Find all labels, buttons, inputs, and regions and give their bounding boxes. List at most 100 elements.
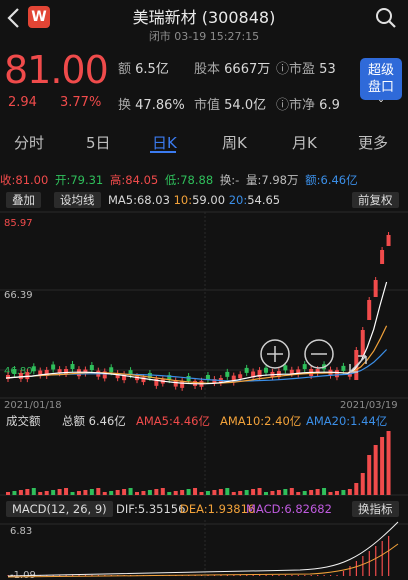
volume-bar bbox=[109, 491, 114, 495]
price-chart[interactable]: 85.97 66.39 46.80 bbox=[0, 210, 408, 400]
candle bbox=[25, 372, 30, 380]
candle bbox=[380, 250, 385, 264]
stat-pb[interactable]: ⓘ市净 6.9 bbox=[276, 94, 340, 113]
volume-bar bbox=[186, 489, 191, 495]
overlay-button[interactable]: 叠加 bbox=[6, 192, 41, 208]
switch-indicator-button[interactable]: 换指标 bbox=[352, 501, 399, 517]
volume-bar bbox=[167, 492, 172, 495]
date-end: 2021/03/19 bbox=[340, 400, 398, 411]
active-tab-indicator bbox=[150, 151, 176, 153]
volume-bar bbox=[309, 490, 314, 495]
ama20-value: AMA20:1.44亿 bbox=[306, 414, 388, 428]
volume-bar bbox=[212, 490, 217, 495]
volume-bar bbox=[6, 492, 10, 495]
macd-top-label: 6.83 bbox=[10, 526, 32, 537]
candle bbox=[12, 369, 17, 375]
volume-bar bbox=[302, 491, 307, 495]
date-start: 2021/01/18 bbox=[4, 400, 62, 411]
volume-bar bbox=[276, 490, 281, 495]
super-orderbook-button[interactable]: 超级 盘口 ⌄ bbox=[360, 58, 402, 105]
volume-value: 量:7.98万 bbox=[246, 173, 299, 187]
candle bbox=[334, 370, 339, 378]
volume-bar bbox=[289, 488, 294, 495]
volume-bar bbox=[199, 492, 204, 495]
dif-line bbox=[7, 521, 399, 577]
volume-bar bbox=[12, 491, 17, 495]
macd-bar bbox=[381, 541, 383, 576]
macd-bar bbox=[388, 536, 390, 576]
volume-bar bbox=[367, 455, 372, 495]
macd-bar bbox=[278, 575, 280, 576]
volume-chart[interactable] bbox=[0, 430, 408, 496]
volume-bar bbox=[135, 492, 139, 495]
y-mid-label: 66.39 bbox=[4, 290, 33, 301]
macd-bar bbox=[342, 571, 345, 576]
macd-bar bbox=[304, 575, 306, 576]
volume-bar bbox=[322, 488, 327, 495]
volume-bar bbox=[64, 488, 69, 495]
volume-bar bbox=[386, 431, 391, 495]
open-value: 开:79.31 bbox=[54, 173, 104, 187]
volume-bar bbox=[173, 491, 178, 495]
volume-bars bbox=[6, 431, 391, 495]
macd-bar bbox=[355, 561, 357, 576]
volume-bar bbox=[51, 490, 56, 495]
zoom-in-icon[interactable] bbox=[260, 339, 290, 369]
candle bbox=[31, 366, 36, 372]
candle bbox=[238, 374, 243, 379]
stat-turnover-amount: 额 6.5亿 bbox=[118, 62, 169, 77]
tab-more[interactable]: 更多 bbox=[358, 132, 388, 153]
macd-bar bbox=[323, 575, 325, 576]
macd-bar bbox=[297, 575, 299, 576]
volume-bar bbox=[18, 490, 23, 495]
tab-monthly-k[interactable]: 月K bbox=[292, 132, 317, 153]
top-bar: W 美瑞新材 (300848) 闭市 03-19 15:27:15 bbox=[0, 0, 408, 48]
candle bbox=[173, 380, 178, 387]
zoom-out-icon[interactable] bbox=[304, 339, 334, 369]
volume-bar bbox=[373, 445, 378, 495]
macd-bar bbox=[259, 575, 261, 576]
adjust-button[interactable]: 前复权 bbox=[352, 192, 399, 208]
stat-pe[interactable]: ⓘ市盈 53 bbox=[276, 58, 336, 77]
volume-bar bbox=[218, 489, 223, 495]
candle bbox=[289, 369, 294, 374]
volume-bar bbox=[89, 489, 94, 495]
volume-bar bbox=[328, 492, 333, 495]
volume-bar bbox=[354, 483, 359, 495]
stat-shares: 股本 6667万 bbox=[194, 62, 271, 77]
volume-bar bbox=[205, 491, 210, 495]
ma5-line bbox=[5, 281, 388, 385]
ohlc-row: 收:81.00 开:79.31 高:84.05 低:78.88 换:- 量:7.… bbox=[0, 172, 408, 188]
volume-bar bbox=[251, 489, 256, 495]
volume-bar bbox=[115, 490, 120, 495]
ma-row: 叠加 设均线 MA5:68.03 10:59.00 20:54.65 前复权 bbox=[0, 192, 408, 210]
tab-intraday[interactable]: 分时 bbox=[14, 132, 44, 153]
macd-chart[interactable]: 6.83 -1.09 bbox=[0, 520, 408, 580]
set-ma-button[interactable]: 设均线 bbox=[54, 192, 101, 208]
amount-value: 额:6.46亿 bbox=[305, 173, 358, 187]
dif-value: DIF:5.35156 bbox=[116, 502, 186, 516]
price-change-percent: 3.77% bbox=[60, 95, 102, 110]
volume-bar bbox=[122, 489, 127, 495]
macd-bottom-label: -1.09 bbox=[10, 570, 36, 580]
macd-bar bbox=[362, 556, 364, 576]
volume-bar bbox=[160, 488, 165, 495]
macd-bar bbox=[252, 575, 254, 576]
ma-values: MA5:68.03 10:59.00 20:54.65 bbox=[108, 193, 281, 207]
tab-weekly-k[interactable]: 周K bbox=[222, 132, 247, 153]
macd-bar bbox=[336, 575, 338, 576]
volume-bar bbox=[70, 492, 75, 495]
search-icon[interactable] bbox=[374, 6, 398, 30]
tab-daily-k[interactable]: 日K bbox=[152, 132, 177, 153]
macd-value: MACD:6.82682 bbox=[246, 502, 332, 516]
volume-bar bbox=[96, 488, 101, 495]
macd-title[interactable]: MACD(12, 26, 9) bbox=[6, 501, 113, 517]
volume-bar bbox=[141, 491, 146, 495]
market-status: 闭市 03-19 15:27:15 bbox=[148, 30, 260, 43]
tab-5day[interactable]: 5日 bbox=[86, 132, 111, 153]
candle bbox=[367, 300, 372, 320]
candle bbox=[89, 365, 94, 371]
ma20-line bbox=[5, 349, 388, 382]
volume-bar bbox=[225, 488, 230, 495]
candle bbox=[109, 367, 114, 373]
